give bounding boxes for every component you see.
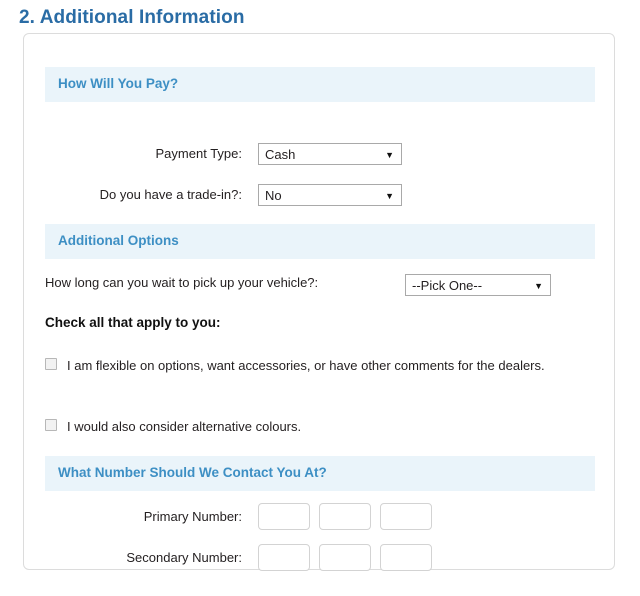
- input-secondary-number-part-3[interactable]: [380, 544, 432, 571]
- input-secondary-number-part-2[interactable]: [319, 544, 371, 571]
- label-secondary-number: Secondary Number:: [126, 550, 242, 565]
- section-header-label: What Number Should We Contact You At?: [58, 465, 327, 480]
- chevron-down-icon: ▼: [534, 281, 543, 291]
- label-pickup-wait: How long can you wait to pick up your ve…: [45, 275, 319, 290]
- label-payment-type: Payment Type:: [155, 146, 242, 161]
- section-header-contact-number: What Number Should We Contact You At?: [45, 456, 595, 491]
- section-header-additional-options: Additional Options: [45, 224, 595, 259]
- select-payment-type[interactable]: Cash ▼: [258, 143, 402, 165]
- section-header-how-will-you-pay: How Will You Pay?: [45, 67, 595, 102]
- chevron-down-icon: ▼: [385, 191, 394, 201]
- label-primary-number: Primary Number:: [143, 509, 242, 524]
- select-trade-in[interactable]: No ▼: [258, 184, 402, 206]
- input-primary-number-part-3[interactable]: [380, 503, 432, 530]
- select-pickup-wait[interactable]: --Pick One-- ▼: [405, 274, 551, 296]
- checkbox-alternative-colours[interactable]: [45, 419, 57, 431]
- form-card: How Will You Pay? Payment Type: Cash ▼ D…: [23, 33, 615, 571]
- checkbox-flexible-options-label: I am flexible on options, want accessori…: [67, 358, 545, 373]
- form-card-inner: How Will You Pay? Payment Type: Cash ▼ D…: [45, 34, 595, 571]
- section-header-label: How Will You Pay?: [58, 76, 179, 91]
- select-payment-type-value: Cash: [265, 147, 296, 162]
- check-all-prompt: Check all that apply to you:: [45, 315, 221, 330]
- checkbox-flexible-options[interactable]: [45, 358, 57, 370]
- page-title: 2. Additional Information: [19, 7, 245, 28]
- input-primary-number-part-2[interactable]: [319, 503, 371, 530]
- input-primary-number-part-1[interactable]: [258, 503, 310, 530]
- select-pickup-wait-value: --Pick One--: [412, 278, 483, 293]
- select-trade-in-value: No: [265, 188, 282, 203]
- input-secondary-number-part-1[interactable]: [258, 544, 310, 571]
- section-header-label: Additional Options: [58, 233, 179, 248]
- chevron-down-icon: ▼: [385, 150, 394, 160]
- checkbox-alternative-colours-label: I would also consider alternative colour…: [67, 419, 302, 434]
- additional-information-page: 2. Additional Information How Will You P…: [0, 0, 640, 596]
- label-trade-in: Do you have a trade-in?:: [99, 187, 242, 202]
